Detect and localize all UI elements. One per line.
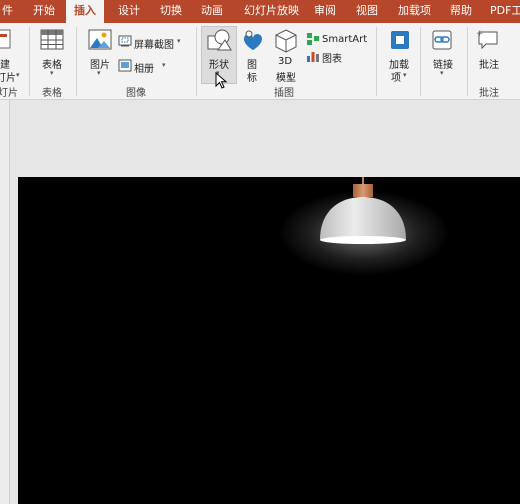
chevron-down-icon: ▾ — [440, 69, 444, 77]
group-divider — [196, 27, 197, 96]
screenshot-label: 屏幕截图 — [134, 40, 174, 51]
comment-label: 批注 — [479, 60, 499, 71]
chevron-down-icon: ▾ — [288, 73, 292, 81]
slide-canvas[interactable] — [18, 177, 520, 504]
tab-slideshow[interactable]: 幻灯片放映 — [244, 0, 299, 23]
pendant-lamp-image[interactable] — [308, 177, 418, 254]
tab-home[interactable]: 开始 — [33, 0, 55, 23]
group-divider — [420, 27, 421, 96]
3d-models-label-2: 模型 — [276, 73, 296, 84]
chevron-down-icon: ▾ — [403, 71, 407, 79]
photo-album-label: 相册 — [134, 64, 154, 75]
chart-icon — [307, 52, 319, 62]
tab-insert[interactable]: 插入 — [66, 0, 104, 23]
tab-pdf[interactable]: PDF工 — [490, 0, 520, 23]
cube-icon — [275, 29, 297, 53]
screenshot-icon — [118, 35, 132, 47]
picture-icon — [88, 29, 112, 50]
tab-file[interactable]: 件 — [2, 0, 13, 23]
svg-text:+: + — [476, 29, 484, 39]
chevron-down-icon: ▾ — [97, 69, 101, 77]
smartart-label: SmartArt — [322, 34, 368, 45]
editing-area — [0, 100, 520, 504]
comment-icon: + — [476, 29, 498, 50]
tab-view[interactable]: 视图 — [356, 0, 378, 23]
chevron-down-icon: ▾ — [177, 37, 181, 45]
ribbon-tab-bar: 件 开始 插入 设计 切换 动画 幻灯片放映 审阅 视图 加载项 帮助 PDF工 — [0, 0, 520, 23]
thumbnail-pane[interactable] — [0, 100, 10, 504]
group-label-slides: 灯片 — [0, 88, 18, 99]
tab-review[interactable]: 审阅 — [314, 0, 336, 23]
group-divider — [467, 27, 468, 96]
icons-icon — [244, 30, 262, 50]
smartart-icon — [307, 33, 319, 45]
chevron-down-icon: ▾ — [16, 71, 20, 79]
chevron-down-icon: ▾ — [50, 69, 54, 77]
tab-addins[interactable]: 加载项 — [398, 0, 431, 23]
group-divider — [29, 27, 30, 96]
group-label-tables: 表格 — [42, 88, 62, 99]
3d-models-label-1: 3D — [278, 56, 293, 67]
group-label-comments: 批注 — [479, 88, 499, 99]
icons-label-2: 标 — [247, 73, 257, 84]
chart-label: 图表 — [322, 54, 342, 65]
addins-icon — [391, 31, 409, 49]
powerpoint-window: 件 开始 插入 设计 切换 动画 幻灯片放映 审阅 视图 加载项 帮助 PDF工… — [0, 0, 520, 504]
table-icon — [40, 29, 64, 50]
addins-label-2: 项 — [391, 73, 401, 84]
mouse-pointer-icon — [215, 72, 228, 89]
new-slide-icon — [0, 29, 11, 49]
new-slide-label-2: 灯片 — [0, 73, 16, 84]
photo-album-icon — [118, 59, 132, 72]
tab-animations[interactable]: 动画 — [201, 0, 223, 23]
link-icon — [432, 30, 452, 50]
shapes-icon — [207, 29, 232, 51]
chevron-down-icon: ▾ — [162, 61, 166, 69]
group-divider — [76, 27, 77, 96]
tab-transitions[interactable]: 切换 — [160, 0, 182, 23]
group-divider — [376, 27, 377, 96]
tab-design[interactable]: 设计 — [118, 0, 140, 23]
tab-help[interactable]: 帮助 — [450, 0, 472, 23]
group-label-images: 图像 — [126, 88, 146, 99]
group-label-illustrations: 插图 — [274, 88, 294, 99]
ribbon-insert: 建 灯片 ▾ 灯片 表格 ▾ 表格 图片 ▾ 屏幕截图 ▾ 相册 ▾ 图像 形状… — [0, 23, 520, 100]
